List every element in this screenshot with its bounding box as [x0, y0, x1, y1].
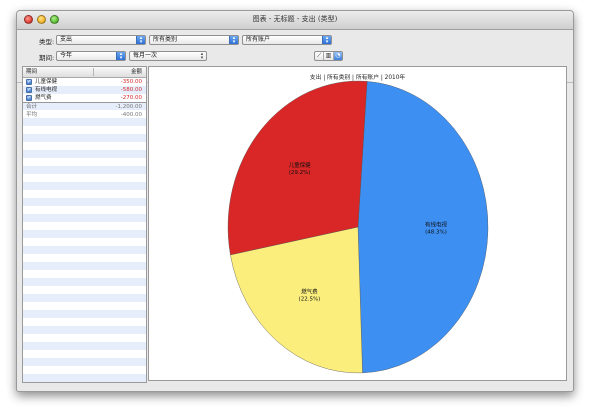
- chart-window: 图表 - 无标题 - 支出 (类型) 类型: 支出 ▴ ▾ 所有类别 ▴ ▾ 所有账…: [16, 10, 574, 392]
- period-popup[interactable]: 今年 ▴ ▾: [56, 51, 126, 61]
- column-header-amount[interactable]: 金额: [131, 67, 142, 77]
- popup-arrows-icon: ▴ ▾: [322, 36, 331, 45]
- pie-chart: 有线电视(48.3%) 燃气费(22.5%) 儿童保健(29.2%): [227, 80, 489, 374]
- list-item-label: 有线电视: [35, 87, 58, 93]
- pie-slice: [357, 81, 489, 374]
- list-item-amount: -270.00: [120, 95, 142, 101]
- list-item-label: 燃气费: [35, 95, 52, 101]
- checkbox-checked-icon[interactable]: ✓: [26, 87, 32, 93]
- list-item[interactable]: ✓ 有线电视 -580.00: [23, 86, 146, 94]
- account-popup-value: 所有账户: [246, 36, 271, 43]
- interval-popup-value: 每月一次: [133, 52, 158, 59]
- type-popup-value: 支出: [60, 36, 73, 43]
- list-item[interactable]: ✓ 儿童保健 -350.00: [23, 78, 146, 86]
- slice-label: 儿童保健: [289, 161, 312, 169]
- period-popup-value: 今年: [60, 52, 73, 59]
- list-item-amount: -350.00: [120, 79, 142, 85]
- account-popup[interactable]: 所有账户 ▴ ▾: [242, 35, 332, 45]
- average-amount: -400.00: [120, 112, 142, 118]
- checkbox-checked-icon[interactable]: ✓: [26, 79, 32, 85]
- slice-percent-label: (22.5%): [299, 297, 321, 303]
- popup-arrows-icon: ▴ ▾: [136, 36, 145, 45]
- chart-area: 支出 | 所有类别 | 所有账户 | 2010年 有线电视 (48.3%) 燃气费(…: [148, 66, 567, 381]
- category-popup[interactable]: 所有类别 ▴ ▾: [149, 35, 239, 45]
- type-popup[interactable]: 支出 ▴ ▾: [56, 35, 146, 45]
- bar-chart-icon[interactable]: ▥: [324, 52, 334, 60]
- slice-percent-label: (29.2%): [289, 170, 311, 176]
- type-label: 类型:: [39, 38, 55, 46]
- average-label: 平均: [26, 112, 38, 118]
- checkbox-checked-icon[interactable]: ✓: [26, 95, 32, 101]
- chart-type-selector[interactable]: ⟋ ▥ ◔: [314, 51, 343, 61]
- list-item-label: 儿童保健: [35, 79, 58, 85]
- list-rows: ✓ 儿童保健 -350.00 ✓ 有线电视 -580.00 ✓ 燃气费 -270…: [23, 78, 146, 382]
- popup-arrows-icon: ▴ ▾: [116, 52, 125, 61]
- slice-label: 有线电视: [425, 221, 448, 229]
- slice-percent-label: (48.3%): [425, 230, 447, 236]
- category-list: 期间 金额 ✓ 儿童保健 -350.00 ✓ 有线电视 -580.00 ✓ 燃气…: [22, 66, 147, 383]
- pie-chart-icon[interactable]: ◔: [333, 52, 342, 60]
- total-label: 合计: [26, 104, 38, 110]
- popup-arrows-icon: ▴ ▾: [200, 51, 204, 61]
- list-item[interactable]: ✓ 燃气费 -270.00: [23, 94, 146, 102]
- list-item-amount: -580.00: [120, 87, 142, 93]
- period-label: 期间:: [39, 54, 55, 62]
- column-header-period[interactable]: 期间: [26, 67, 37, 77]
- list-header: 期间 金额: [23, 67, 146, 78]
- line-chart-icon[interactable]: ⟋: [315, 52, 325, 60]
- window-title: 图表 - 无标题 - 支出 (类型): [252, 15, 338, 23]
- total-amount: -1,200.00: [115, 104, 142, 110]
- average-row: 平均 -400.00: [23, 111, 146, 119]
- column-divider: [93, 68, 94, 76]
- total-row: 合计 -1,200.00: [23, 102, 146, 111]
- interval-popup[interactable]: 每月一次 ▴ ▾: [129, 51, 207, 61]
- popup-arrows-icon: ▴ ▾: [229, 36, 238, 45]
- title-bar: 图表 - 无标题 - 支出 (类型): [17, 11, 573, 30]
- slice-label: 燃气费: [301, 288, 318, 296]
- category-popup-value: 所有类别: [153, 36, 178, 43]
